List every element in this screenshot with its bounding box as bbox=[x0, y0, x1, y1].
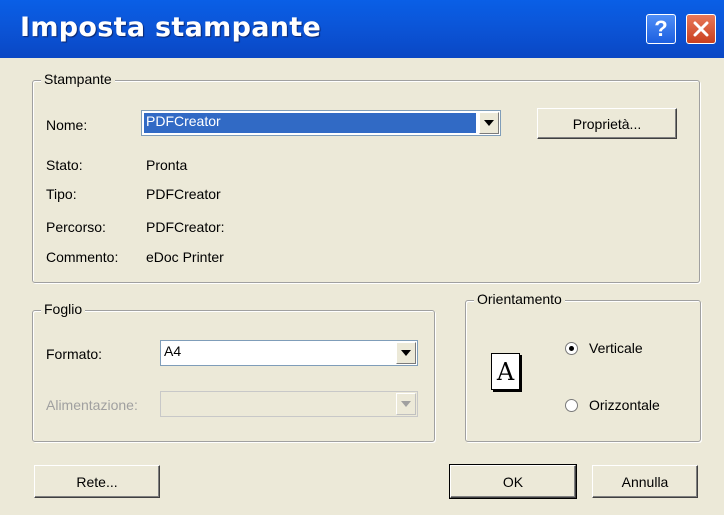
printer-name-select[interactable]: PDFCreator bbox=[141, 110, 501, 136]
title-bar: Imposta stampante ? bbox=[0, 0, 724, 58]
paper-group: Foglio bbox=[32, 301, 435, 442]
printer-group-legend: Stampante bbox=[41, 71, 115, 87]
help-icon: ? bbox=[654, 16, 668, 41]
cancel-button[interactable]: Annulla bbox=[592, 465, 698, 498]
path-label: Percorso: bbox=[46, 219, 106, 235]
dropdown-arrow[interactable] bbox=[396, 342, 416, 364]
portrait-label[interactable]: Verticale bbox=[589, 340, 643, 356]
printer-name-label: Nome: bbox=[46, 117, 88, 133]
window-title: Imposta stampante bbox=[20, 12, 322, 43]
orientation-group-legend: Orientamento bbox=[474, 291, 565, 307]
path-value: PDFCreator: bbox=[146, 219, 225, 235]
chevron-down-icon bbox=[484, 120, 494, 126]
cancel-button-label: Annulla bbox=[621, 473, 669, 490]
type-label: Tipo: bbox=[46, 186, 77, 202]
paper-size-select[interactable]: A4 bbox=[160, 340, 418, 366]
type-value: PDFCreator bbox=[146, 186, 221, 202]
ok-button[interactable]: OK bbox=[449, 464, 577, 499]
paper-size-label: Formato: bbox=[46, 346, 103, 362]
comment-value: eDoc Printer bbox=[146, 249, 224, 265]
paper-source-label: Alimentazione: bbox=[46, 397, 138, 413]
chevron-down-icon bbox=[401, 401, 411, 407]
dropdown-arrow-disabled[interactable] bbox=[396, 393, 416, 415]
radio-selected-dot bbox=[569, 346, 574, 351]
paper-size-value: A4 bbox=[164, 343, 182, 359]
radio-landscape[interactable] bbox=[565, 399, 578, 412]
page-icon-letter: A bbox=[496, 357, 515, 386]
chevron-down-icon bbox=[401, 350, 411, 356]
ok-button-label: OK bbox=[502, 473, 524, 490]
network-button[interactable]: Rete... bbox=[34, 465, 160, 498]
help-button[interactable]: ? bbox=[646, 14, 676, 44]
network-button-label: Rete... bbox=[76, 473, 118, 490]
status-label: Stato: bbox=[46, 157, 83, 173]
portrait-page-icon: A bbox=[491, 353, 520, 390]
paper-source-select[interactable] bbox=[160, 391, 418, 417]
radio-portrait[interactable] bbox=[565, 342, 578, 355]
paper-group-legend: Foglio bbox=[41, 301, 86, 317]
landscape-label[interactable]: Orizzontale bbox=[589, 397, 660, 413]
properties-button-label: Proprietà... bbox=[572, 115, 642, 132]
close-icon bbox=[693, 21, 709, 37]
properties-button[interactable]: Proprietà... bbox=[537, 108, 677, 139]
selection-highlight: PDFCreator bbox=[144, 113, 476, 133]
dropdown-arrow[interactable] bbox=[479, 112, 499, 134]
comment-label: Commento: bbox=[46, 249, 119, 265]
close-button[interactable] bbox=[686, 14, 716, 44]
status-value: Pronta bbox=[146, 157, 188, 173]
printer-name-value: PDFCreator bbox=[146, 113, 221, 129]
